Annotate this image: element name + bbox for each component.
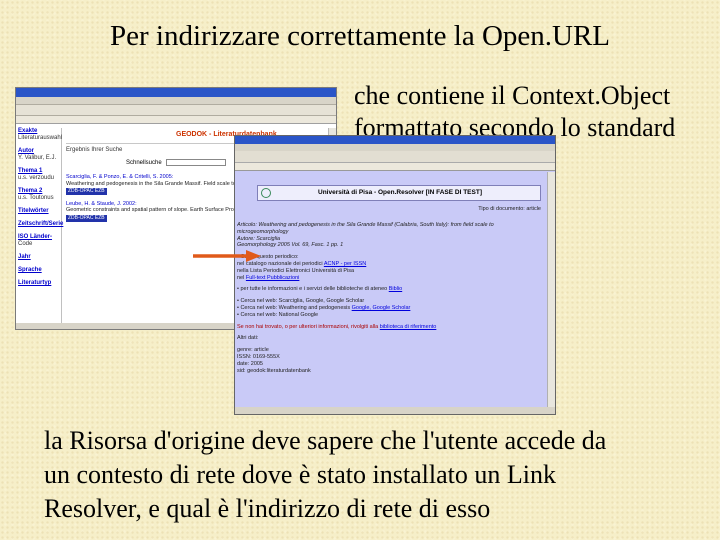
resolver-row: microgeomorphology (237, 229, 537, 236)
resolver-row-text: • Cerca nel web: Scarciglia, Google, Goo… (237, 298, 365, 305)
slide-title: Per indirizzare correttamente la Open.UR… (109, 20, 611, 52)
resolver-link[interactable]: ACNP - per ISSN (324, 261, 366, 267)
resolver-row-text: Altri dati: (237, 335, 259, 342)
menu-bar (235, 144, 555, 151)
resolver-row: Articolo: Weathering and pedogenesis in … (237, 222, 537, 229)
resolver-row: ISSN: 0169-555X (237, 354, 537, 361)
resolver-link[interactable]: Google, Google Scholar (352, 305, 411, 311)
sidebar-item[interactable]: Zeitschrift/Serie (18, 221, 63, 228)
resolver-row: Autore: Scarciglia (237, 236, 537, 243)
quick-search-label: Schnellsuche (126, 159, 162, 166)
resolver-row-text: • Cerca nel web: Weathering and pedogene… (237, 304, 351, 311)
resolver-row-text: ISSN: 0169-555X (237, 353, 280, 360)
resolver-link[interactable]: Biblio (389, 286, 402, 292)
status-bar (235, 407, 555, 414)
browser-toolbar (235, 151, 555, 163)
document-type: Tipo di documento: article (478, 206, 541, 212)
resolver-row-text: • Cerca nel web: National Google (237, 311, 319, 318)
resolver-row-text: genre: article (237, 347, 269, 354)
sidebar-item[interactable]: Exakte Literaturauswahl (18, 128, 62, 142)
sidebar-item[interactable]: Jahr (18, 254, 61, 261)
menu-bar (16, 97, 336, 105)
quick-search-input[interactable] (165, 159, 226, 166)
resolver-row-text: nel (237, 274, 245, 281)
resolver-banner-title: Università di Pisa - Open.Resolver [IN F… (318, 189, 482, 196)
resolver-row-text: microgeomorphology (237, 228, 289, 235)
resolver-row-text: nella Lista Periodici Elettronici Univer… (237, 267, 355, 274)
resolver-link[interactable]: Full-text Pubblicazioni (246, 275, 300, 281)
resolver-row: • Cerca nel web: Weathering and pedogene… (237, 305, 537, 312)
sidebar-item[interactable]: Autor Y. Valibur, E.J. (18, 148, 61, 162)
sidebar-item[interactable]: ISO Länder- Code (18, 234, 61, 248)
right-caption-line: che contiene il Context.Object (354, 81, 671, 110)
availability-badge[interactable]: ZDB-OPAC EZB (66, 214, 107, 222)
address-bar (235, 163, 555, 171)
address-bar (16, 116, 336, 124)
resolver-row: nella Lista Periodici Elettronici Univer… (237, 268, 537, 275)
sidebar-item[interactable]: Titelwörter (18, 208, 61, 215)
resolver-content: Articolo: Weathering and pedogenesis in … (237, 222, 537, 374)
resolver-banner: Università di Pisa - Open.Resolver [IN F… (257, 185, 541, 201)
resolver-row: • Cerca nel web: National Google (237, 312, 537, 319)
resolver-row: sid: geodok:literaturdatenbank (237, 368, 537, 375)
resolver-row: • Cerca questo periodico: (237, 254, 537, 261)
sidebar-item[interactable]: Thema 2 u.s. Toutonus (18, 188, 61, 202)
resolver-row: nel catalogo nazionale dei periodici ACN… (237, 261, 537, 268)
resolver-row: date: 2005 (237, 361, 537, 368)
resolver-row-text: Articolo: Weathering and pedogenesis in … (237, 222, 494, 228)
resolver-row: • Cerca nel web: Scarciglia, Google, Goo… (237, 298, 537, 305)
availability-badge[interactable]: ZDB-OPAC EZB (66, 188, 107, 195)
browser-toolbar (16, 105, 336, 116)
resolver-browser-screenshot: Università di Pisa - Open.Resolver [IN F… (234, 135, 556, 415)
window-titlebar (16, 88, 336, 97)
search-sidebar: Exakte Literaturauswahl Autor Y. Valibur, … (18, 128, 63, 324)
resolver-row-text: Autore: Scarciglia (237, 235, 281, 242)
resolver-row: • per tutte le informazioni e i servizi … (237, 286, 537, 293)
bottom-caption-line: Resolver, e qual è l'indirizzo di rete d… (44, 494, 491, 523)
sidebar-item[interactable]: Sprache (18, 267, 61, 274)
bottom-caption: la Risorsa d'origine deve sapere che l'u… (44, 424, 606, 526)
bottom-caption-line: la Risorsa d'origine deve sapere che l'u… (44, 426, 607, 455)
resolver-link[interactable]: biblioteca di riferimento (380, 324, 437, 330)
resolver-row: genre: article (237, 347, 537, 354)
resolver-row: Altri dati: (237, 335, 537, 342)
bottom-caption-line: un contesto di rete dove è stato install… (44, 460, 556, 489)
resolver-row: Geomorphology 2005 Vol. 69, Fasc. 1 pp. … (237, 242, 537, 249)
university-logo-icon (261, 188, 271, 198)
sidebar-item[interactable]: Thema 1 u.s. verzoudu (18, 168, 61, 182)
resolver-row: Se non hai trovato, o per ulteriori info… (237, 324, 537, 331)
vertical-scrollbar[interactable] (547, 172, 555, 408)
resolver-row: nel Full-text Pubblicazioni (237, 275, 537, 282)
resolver-row-text: • per tutte le informazioni e i servizi … (237, 286, 388, 293)
resolver-row-text: date: 2005 (237, 360, 263, 367)
resolver-row-text: Se non hai trovato, o per ulteriori info… (237, 323, 379, 330)
window-titlebar (235, 136, 555, 144)
arrow-right-icon (193, 250, 261, 262)
sidebar-item[interactable]: Literaturtyp (18, 280, 61, 287)
resolver-row-text: sid: geodok:literaturdatenbank (237, 367, 311, 374)
